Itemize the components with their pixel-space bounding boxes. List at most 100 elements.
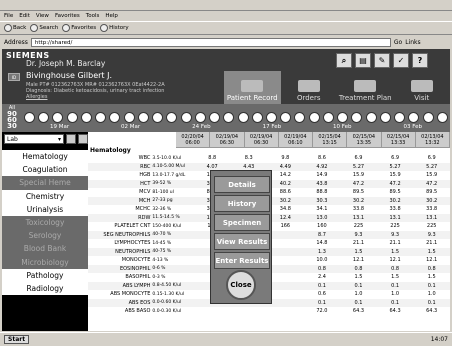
menu-file[interactable]: File <box>4 13 13 19</box>
result-value[interactable]: 0.6 <box>304 290 341 299</box>
result-value[interactable]: 160 <box>304 222 341 231</box>
result-value[interactable]: 1.5 <box>340 273 377 282</box>
result-value[interactable]: 15.9 <box>377 171 414 180</box>
timeline-dot[interactable] <box>223 111 235 123</box>
timeline-dot[interactable] <box>80 111 92 123</box>
result-value[interactable]: 0.1 <box>303 281 341 290</box>
result-value[interactable]: 33.8 <box>413 205 450 214</box>
close-button[interactable]: Close <box>226 270 256 300</box>
menu-help[interactable]: Help <box>105 13 118 19</box>
help-icon[interactable]: ? <box>412 53 428 68</box>
menu-favorites[interactable]: Favorites <box>55 13 80 19</box>
result-value[interactable]: 0.8 <box>376 264 414 273</box>
result-value[interactable]: 89.5 <box>413 188 450 197</box>
result-value[interactable]: 1.0 <box>340 290 377 299</box>
enter-results-button[interactable]: Enter Results <box>214 252 270 269</box>
date-column-header[interactable]: 02/19/04 06:30 <box>245 132 279 147</box>
result-value[interactable]: 30.2 <box>340 196 377 205</box>
category-item[interactable]: Toxicology <box>2 215 88 230</box>
timeline-dot[interactable] <box>322 111 334 123</box>
result-value[interactable]: 166 <box>267 222 304 231</box>
result-value[interactable] <box>267 307 304 316</box>
result-value[interactable]: 5.27 <box>376 162 414 171</box>
result-value[interactable]: 89.5 <box>340 188 377 197</box>
date-column-header[interactable]: 02/13/04 13:32 <box>416 132 450 147</box>
timeline-dot[interactable] <box>436 111 448 123</box>
result-value[interactable]: 0.1 <box>376 298 414 307</box>
tab-patient-record[interactable]: Patient Record <box>224 71 281 104</box>
result-value[interactable]: 0.8 <box>340 264 377 273</box>
category-item[interactable]: Microbiology <box>2 255 88 269</box>
result-value[interactable]: 33.8 <box>340 205 377 214</box>
result-value[interactable]: 8.7 <box>303 230 341 239</box>
result-value[interactable]: 12.1 <box>340 256 377 265</box>
result-value[interactable]: 4.49 <box>267 162 304 171</box>
menu-view[interactable]: View <box>36 13 49 19</box>
timeline-dot[interactable] <box>95 111 107 123</box>
result-value[interactable]: 0.8 <box>413 264 450 273</box>
result-value[interactable]: 72.0 <box>304 307 341 316</box>
result-value[interactable] <box>267 273 304 282</box>
result-value[interactable]: 30.2 <box>267 196 304 205</box>
result-value[interactable]: 5.27 <box>340 162 377 171</box>
timeline-dot[interactable] <box>209 111 221 123</box>
result-value[interactable]: 1.0 <box>377 290 414 299</box>
timeline-dot[interactable] <box>66 111 78 123</box>
chart-icon[interactable] <box>78 134 88 144</box>
timeline-dot[interactable] <box>351 111 363 123</box>
result-value[interactable]: 30.3 <box>303 196 341 205</box>
result-value[interactable]: 9.3 <box>413 230 450 239</box>
result-value[interactable]: 13.1 <box>413 213 450 222</box>
result-value[interactable]: 30.2 <box>376 196 414 205</box>
result-value[interactable]: 1.5 <box>377 273 414 282</box>
result-value[interactable]: 9.3 <box>340 230 377 239</box>
category-item[interactable]: Urinalysis <box>2 202 88 216</box>
timeline-dot[interactable] <box>251 111 263 123</box>
timeline-dot[interactable] <box>294 111 306 123</box>
search-icon[interactable]: ⌕ <box>336 53 352 68</box>
history-button[interactable]: History <box>214 195 270 212</box>
result-value[interactable]: 225 <box>413 222 450 231</box>
view-results-button[interactable]: View Results <box>214 233 270 250</box>
menu-tools[interactable]: Tools <box>86 13 100 19</box>
tools-icon[interactable]: ✓ <box>393 53 409 68</box>
date-column-header[interactable]: 02/19/04 06:10 <box>279 132 313 147</box>
result-value[interactable] <box>230 307 267 316</box>
menu-edit[interactable]: Edit <box>19 13 30 19</box>
timeline-dot[interactable] <box>180 111 192 123</box>
specimen-button[interactable]: Specimen <box>214 214 270 231</box>
category-item[interactable]: Pathology <box>2 268 88 282</box>
result-value[interactable]: 0.1 <box>303 298 341 307</box>
result-value[interactable]: 10.0 <box>304 256 341 265</box>
result-value[interactable]: 6.9 <box>377 154 414 163</box>
timeline-dot[interactable] <box>337 111 349 123</box>
timeline-dot[interactable] <box>109 111 121 123</box>
timeline-dot[interactable] <box>123 111 135 123</box>
details-button[interactable]: Details <box>214 176 270 193</box>
flask-icon[interactable] <box>66 134 76 144</box>
result-value[interactable]: 0.1 <box>413 298 450 307</box>
tab-treatment-plan[interactable]: Treatment Plan <box>337 71 394 104</box>
result-value[interactable]: 40.2 <box>267 179 304 188</box>
go-button[interactable]: Go <box>394 39 402 46</box>
result-value[interactable] <box>267 281 304 290</box>
result-value[interactable]: 64.3 <box>377 307 414 316</box>
timeline-dot[interactable] <box>166 111 178 123</box>
result-value[interactable] <box>267 239 304 248</box>
result-value[interactable]: 47.2 <box>340 179 377 188</box>
result-value[interactable]: 9.8 <box>267 154 304 163</box>
timeline-dot[interactable] <box>394 111 406 123</box>
timeline-dot[interactable] <box>280 111 292 123</box>
result-value[interactable]: 1.5 <box>376 247 414 256</box>
result-value[interactable]: 15.9 <box>413 171 450 180</box>
result-value[interactable]: 34.8 <box>267 205 304 214</box>
date-column-header[interactable]: 02/20/04 06:00 <box>176 132 211 147</box>
search-button[interactable]: Search <box>30 24 58 32</box>
tab-orders[interactable]: Orders <box>281 71 338 104</box>
date-column-header[interactable]: 02/15/04 13:33 <box>382 132 416 147</box>
timeline-dot[interactable] <box>365 111 377 123</box>
result-value[interactable]: 6.9 <box>340 154 377 163</box>
result-value[interactable]: 89.5 <box>377 188 414 197</box>
timeline-dot[interactable] <box>422 111 434 123</box>
table-row[interactable]: ABS BASO 0.0-0.30 K/ul 72.0 64.3 64.3 64.3 <box>88 307 450 316</box>
